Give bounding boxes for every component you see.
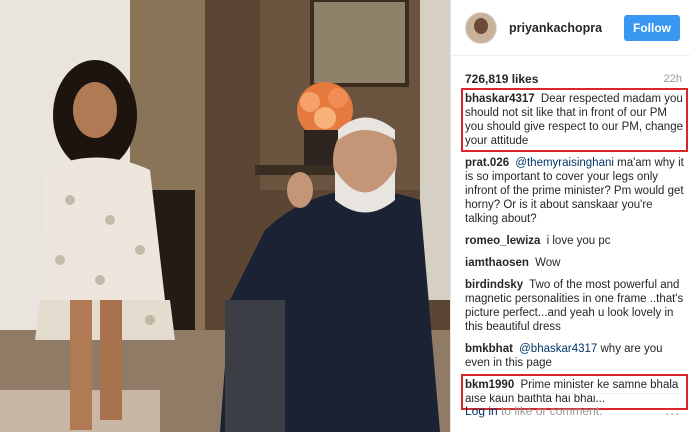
post-sidebar: priyankachopra Follow 726,819 likes 22h …	[450, 0, 690, 432]
post-photo[interactable]	[0, 0, 450, 432]
comment: iamthaosen Wow	[465, 256, 684, 270]
comment-username[interactable]: iamthaosen	[465, 257, 529, 269]
comment-text: Wow	[535, 257, 561, 269]
follow-button[interactable]: Follow	[624, 14, 680, 41]
login-link[interactable]: Log in	[465, 404, 498, 418]
comment-username[interactable]: birdindsky	[465, 279, 523, 291]
post-stats: 726,819 likes 22h	[451, 56, 690, 86]
comment: bhaskar4317 Dear respected madam you sho…	[461, 88, 688, 152]
comment-mention[interactable]: @bhaskar4317	[519, 343, 597, 355]
comment-mention[interactable]: @themyraisinghani	[515, 157, 614, 169]
comment-username[interactable]: bhaskar4317	[465, 93, 535, 105]
comment: bmkbhat @bhaskar4317 why are you even in…	[465, 342, 684, 370]
comment-username[interactable]: bkm1990	[465, 379, 514, 391]
comment-footer: Log in to like or comment.	[465, 393, 680, 418]
likes-count[interactable]: 726,819 likes	[465, 72, 538, 86]
comment-text: i love you pc	[546, 235, 611, 247]
comment: prat.026 @themyraisinghani ma'am why it …	[465, 156, 684, 226]
comment-username[interactable]: prat.026	[465, 157, 509, 169]
post-header: priyankachopra Follow	[451, 0, 690, 56]
comment-username[interactable]: romeo_lewiza	[465, 235, 540, 247]
footer-text: to like or comment.	[497, 404, 603, 418]
comment: romeo_lewiza i love you pc	[465, 234, 684, 248]
comment: birdindsky Two of the most powerful and …	[465, 278, 684, 334]
comment-list: bhaskar4317 Dear respected madam you sho…	[451, 86, 690, 410]
post-time[interactable]: 22h	[664, 73, 682, 85]
instagram-post: priyankachopra Follow 726,819 likes 22h …	[0, 0, 690, 432]
more-options-icon[interactable]: ...	[665, 402, 680, 418]
post-username[interactable]: priyankachopra	[509, 21, 624, 35]
avatar[interactable]	[465, 11, 497, 44]
photo-illustration	[0, 0, 450, 432]
comment-username[interactable]: bmkbhat	[465, 343, 513, 355]
